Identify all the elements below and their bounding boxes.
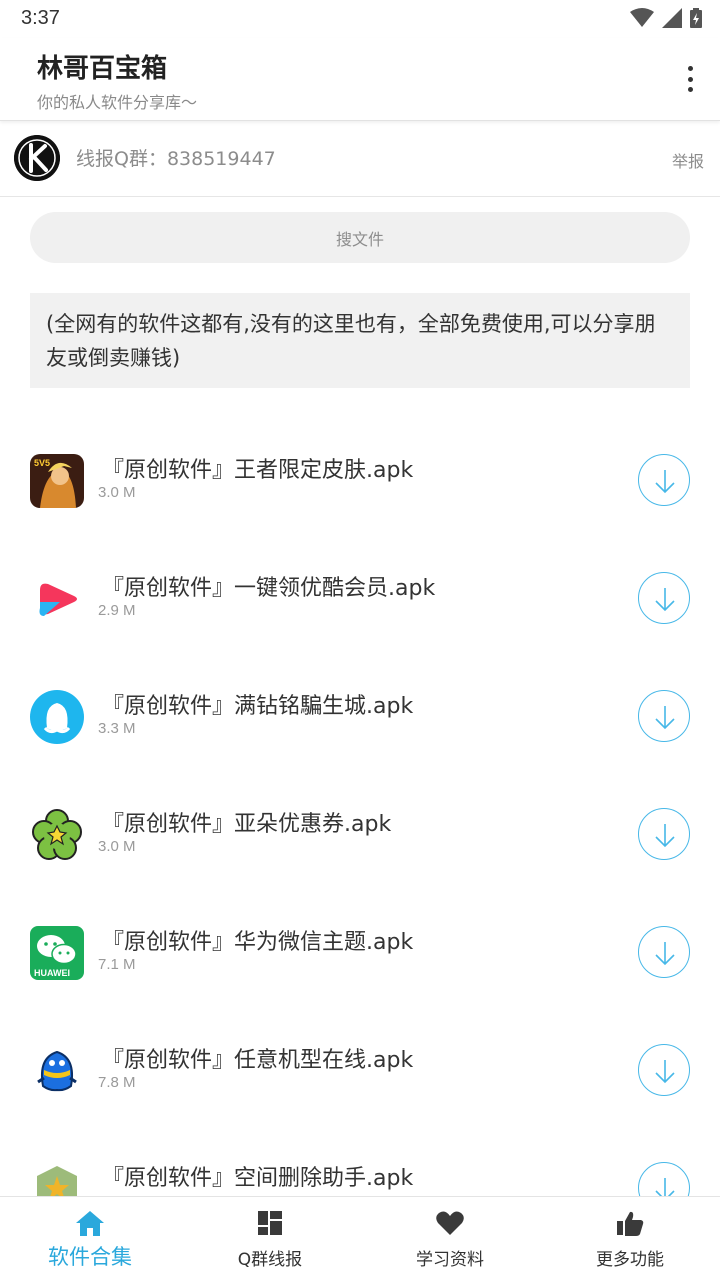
list-item[interactable]: 『原创软件』一键领优酷会员.apk 2.9 M: [0, 538, 720, 656]
app-title: 林哥百宝箱: [37, 54, 168, 84]
app-name: 『原创软件』空间删除助手.apk: [102, 1166, 414, 1191]
description-text: (全网有的软件这都有,没有的这里也有，全部免费使用,可以分享朋友或倒卖赚钱): [30, 293, 690, 388]
app-name: 『原创软件』亚朵优惠券.apk: [102, 812, 392, 837]
notice-bar: 线报Q群：838519447 举报: [0, 122, 720, 197]
app-subtitle: 你的私人软件分享库～: [37, 93, 198, 112]
nav-label: 软件合集: [48, 1245, 132, 1269]
qq-group-notice[interactable]: 线报Q群：838519447: [76, 144, 276, 171]
dashboard-icon: [258, 1211, 282, 1235]
download-arrow-icon: [655, 706, 675, 730]
heart-icon: [436, 1211, 464, 1235]
tab-study-materials[interactable]: 学习资料: [360, 1197, 540, 1280]
youku-icon: [30, 572, 84, 626]
status-bar: 3:37: [0, 0, 720, 38]
overflow-menu-icon[interactable]: [678, 62, 702, 96]
battery-icon: [690, 8, 702, 28]
list-item[interactable]: 『原创软件』满钻铭騙生城.apk 3.3 M: [0, 656, 720, 774]
download-arrow-icon: [655, 1060, 675, 1084]
app-size: 3.0 M: [98, 838, 136, 855]
huawei-wechat-icon: HUAWEI: [30, 926, 84, 980]
home-icon: [76, 1211, 104, 1236]
bottom-nav: 软件合集 Q群线报 学习资料 更多功能: [0, 1196, 720, 1280]
app-size: 2.9 M: [98, 602, 136, 619]
flower-icon: [32, 809, 82, 860]
app-size: 3.3 M: [98, 720, 136, 737]
download-button[interactable]: [638, 808, 690, 860]
list-item[interactable]: HUAWEI 『原创软件』华为微信主题.apk 7.1 M: [0, 892, 720, 1010]
list-item[interactable]: 『原创软件』空间删除助手.apk: [0, 1128, 720, 1196]
nav-label: 学习资料: [416, 1250, 484, 1270]
download-arrow-icon: [655, 824, 675, 848]
tab-software-collection[interactable]: 软件合集: [0, 1197, 180, 1280]
download-arrow-icon: [655, 942, 675, 966]
app-name: 『原创软件』任意机型在线.apk: [102, 1048, 414, 1073]
space-star-icon: [37, 1166, 77, 1196]
download-button[interactable]: [638, 1162, 690, 1196]
status-icons: [630, 7, 702, 29]
list-item[interactable]: 『原创软件』任意机型在线.apk 7.8 M: [0, 1010, 720, 1128]
svg-text:5V5: 5V5: [34, 458, 50, 468]
qq-blue-icon: [30, 690, 84, 744]
download-button[interactable]: [638, 1044, 690, 1096]
download-arrow-icon: [655, 1178, 675, 1196]
download-button[interactable]: [638, 572, 690, 624]
app-size: 7.1 M: [98, 956, 136, 973]
status-time: 3:37: [21, 7, 60, 29]
app-name: 『原创软件』王者限定皮肤.apk: [102, 458, 414, 483]
svg-text:HUAWEI: HUAWEI: [34, 968, 70, 978]
download-button[interactable]: [638, 454, 690, 506]
app-name: 『原创软件』一键领优酷会员.apk: [102, 576, 436, 601]
game-hero-icon: 5V5: [30, 454, 84, 508]
list-item[interactable]: 『原创软件』亚朵优惠券.apk 3.0 M: [0, 774, 720, 892]
signal-icon: [662, 8, 682, 28]
app-size: 3.0 M: [98, 484, 136, 501]
k-logo-icon: [14, 135, 60, 181]
app-header: 林哥百宝箱 你的私人软件分享库～: [0, 38, 720, 121]
search-input[interactable]: 搜文件: [30, 212, 690, 263]
app-name: 『原创软件』满钻铭騙生城.apk: [102, 694, 414, 719]
app-list: 5V5 『原创软件』王者限定皮肤.apk 3.0 M 『原创软件』一键领优酷会员…: [0, 420, 720, 1196]
download-arrow-icon: [655, 588, 675, 612]
qq-penguin-icon: [37, 1050, 77, 1092]
download-button[interactable]: [638, 690, 690, 742]
list-item[interactable]: 5V5 『原创软件』王者限定皮肤.apk 3.0 M: [0, 420, 720, 538]
tab-qq-group-news[interactable]: Q群线报: [180, 1197, 360, 1280]
wifi-icon: [630, 8, 654, 27]
app-size: 7.8 M: [98, 1074, 136, 1091]
app-name: 『原创软件』华为微信主题.apk: [102, 930, 414, 955]
report-link[interactable]: 举报: [672, 148, 704, 172]
nav-label: 更多功能: [596, 1250, 664, 1270]
thumbs-up-icon: [617, 1211, 644, 1236]
download-arrow-icon: [655, 470, 675, 494]
tab-more-features[interactable]: 更多功能: [540, 1197, 720, 1280]
download-button[interactable]: [638, 926, 690, 978]
nav-label: Q群线报: [237, 1250, 303, 1270]
